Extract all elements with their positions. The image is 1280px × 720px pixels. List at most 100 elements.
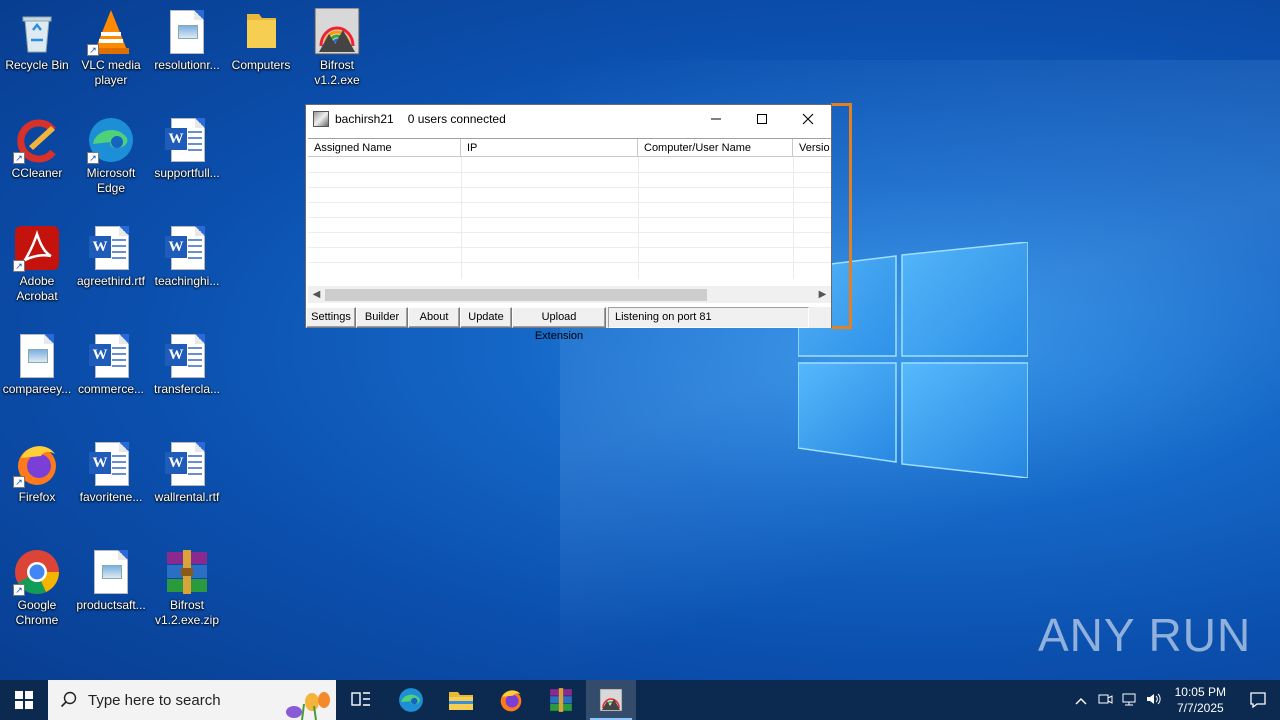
bifrost-exe-icon xyxy=(313,7,361,56)
shortcut-arrow-icon: ↗ xyxy=(13,584,25,596)
desktop-icon-label: Adobe Acrobat xyxy=(16,274,58,303)
start-button[interactable] xyxy=(0,680,48,720)
minimize-icon xyxy=(711,118,721,120)
desktop-icon-wallrental[interactable]: W wallrental.rtf xyxy=(150,440,224,505)
maximize-icon xyxy=(757,114,767,124)
scrollbar-thumb[interactable] xyxy=(325,289,707,301)
image-file-icon xyxy=(13,332,61,380)
update-button[interactable]: Update xyxy=(460,307,512,328)
image-file-icon xyxy=(163,8,211,56)
desktop-icon-compareey[interactable]: compareey... xyxy=(0,332,74,397)
desktop-icon-label: resolutionr... xyxy=(154,58,220,72)
meet-now-icon[interactable] xyxy=(1093,691,1117,710)
scroll-right-icon[interactable]: ▶ xyxy=(814,286,831,303)
column-header-computer-user-name[interactable]: Computer/User Name xyxy=(638,139,793,156)
about-button[interactable]: About xyxy=(408,307,460,328)
desktop-icon-ccleaner[interactable]: ↗ CCleaner xyxy=(0,116,74,181)
taskbar-edge[interactable] xyxy=(386,680,436,720)
shortcut-arrow-icon: ↗ xyxy=(13,476,25,488)
clock-time: 10:05 PM xyxy=(1174,685,1226,699)
firefox-icon xyxy=(500,690,522,712)
word-doc-icon: W xyxy=(163,116,211,164)
horizontal-scrollbar[interactable]: ◀ ▶ xyxy=(308,286,831,303)
word-doc-icon: W xyxy=(87,332,135,380)
minimize-button[interactable] xyxy=(693,105,739,133)
desktop-icon-label: Microsoft Edge xyxy=(86,166,136,195)
settings-button[interactable]: Settings xyxy=(306,307,356,328)
network-icon[interactable] xyxy=(1117,691,1141,710)
scroll-left-icon[interactable]: ◀ xyxy=(308,286,325,303)
task-view-button[interactable] xyxy=(336,680,386,720)
upload-extension-button[interactable]: Upload Extension xyxy=(512,307,606,342)
volume-icon[interactable] xyxy=(1141,691,1165,710)
listening-status: Listening on port 81 xyxy=(608,307,809,328)
builder-button[interactable]: Builder xyxy=(356,307,408,328)
desktop-icon-label: Google Chrome xyxy=(15,598,59,627)
window-title: bachirsh21 xyxy=(335,112,394,126)
desktop-icon-computers-folder[interactable]: Computers xyxy=(224,8,298,73)
desktop-icon-label: CCleaner xyxy=(11,166,63,180)
edge-icon: ↗ xyxy=(87,116,135,164)
shortcut-arrow-icon: ↗ xyxy=(87,44,99,56)
bifrost-icon xyxy=(599,688,623,712)
close-icon xyxy=(802,113,814,125)
column-header-ip[interactable]: IP xyxy=(461,139,638,156)
taskbar-search-box[interactable]: Type here to search xyxy=(48,680,336,720)
window-titlebar[interactable]: bachirsh21 0 users connected xyxy=(306,105,831,133)
column-header-assigned-name[interactable]: Assigned Name xyxy=(308,139,461,156)
taskbar-clock[interactable]: 10:05 PM 7/7/2025 xyxy=(1165,684,1236,716)
users-connected-status: 0 users connected xyxy=(407,112,506,126)
desktop-icon-transfercla[interactable]: W transfercla... xyxy=(150,332,224,397)
desktop-icon-recycle-bin[interactable]: Recycle Bin xyxy=(0,8,74,73)
desktop-icon-productsaft[interactable]: productsaft... xyxy=(74,548,148,613)
desktop-icon-label: productsaft... xyxy=(76,598,146,612)
taskbar: Type here to search 10:05 PM 7/7/2025 xyxy=(0,680,1280,720)
shortcut-arrow-icon: ↗ xyxy=(13,260,25,272)
desktop-icon-commerce[interactable]: W commerce... xyxy=(74,332,148,397)
taskbar-file-explorer[interactable] xyxy=(436,680,486,720)
word-doc-icon: W xyxy=(163,224,211,272)
desktop-icon-bifrost-zip[interactable]: Bifrost v1.2.exe.zip xyxy=(150,548,224,628)
shortcut-arrow-icon: ↗ xyxy=(13,152,25,164)
taskbar-bifrost[interactable] xyxy=(586,680,636,720)
desktop-icon-label: favoritene... xyxy=(79,490,143,504)
action-center-button[interactable] xyxy=(1236,680,1280,720)
desktop-icon-google-chrome[interactable]: ↗ Google Chrome xyxy=(0,548,74,628)
desktop-icon-label: VLC media player xyxy=(81,58,141,87)
maximize-button[interactable] xyxy=(739,105,785,133)
desktop-icon-label: Computers xyxy=(231,58,291,72)
word-doc-icon: W xyxy=(163,440,211,488)
taskbar-firefox[interactable] xyxy=(486,680,536,720)
column-header-version[interactable]: Versio xyxy=(793,139,831,156)
notification-icon xyxy=(1250,692,1266,709)
desktop-icon-label: commerce... xyxy=(77,382,144,396)
desktop-icon-agreethird[interactable]: W agreethird.rtf xyxy=(74,224,148,289)
desktop-icon-resolutionr[interactable]: resolutionr... xyxy=(150,8,224,73)
word-doc-icon: W xyxy=(163,332,211,380)
taskbar-winrar[interactable] xyxy=(536,680,586,720)
desktop-icon-adobe-acrobat[interactable]: ↗ Adobe Acrobat xyxy=(0,224,74,304)
show-hidden-icons-chevron-icon[interactable] xyxy=(1069,692,1093,708)
close-button[interactable] xyxy=(785,105,831,133)
desktop-icon-vlc[interactable]: ↗ VLC media player xyxy=(74,8,148,88)
search-placeholder: Type here to search xyxy=(88,691,221,709)
desktop-icon-firefox[interactable]: ↗ Firefox xyxy=(0,440,74,505)
list-header: Assigned Name IP Computer/User Name Vers… xyxy=(308,139,831,157)
bifrost-window[interactable]: bachirsh21 0 users connected Assigned Na… xyxy=(305,104,832,342)
desktop-icon-microsoft-edge[interactable]: ↗ Microsoft Edge xyxy=(74,116,148,196)
desktop-icon-teachinghi[interactable]: W teachinghi... xyxy=(150,224,224,289)
clock-date: 7/7/2025 xyxy=(1176,701,1224,715)
desktop-icon-favoritene[interactable]: W favoritene... xyxy=(74,440,148,505)
firefox-icon: ↗ xyxy=(13,440,61,488)
desktop-icon-bifrost-exe[interactable]: Bifrost v1.2.exe xyxy=(300,7,374,88)
connections-list[interactable]: Assigned Name IP Computer/User Name Vers… xyxy=(308,138,831,288)
anyrun-watermark: ANY RUN xyxy=(1038,609,1252,661)
desktop-icon-supportfull[interactable]: W supportfull... xyxy=(150,116,224,181)
search-highlight-flowers-icon xyxy=(286,692,330,720)
file-explorer-icon xyxy=(449,692,473,710)
desktop-icon-label: transfercla... xyxy=(153,382,221,396)
ccleaner-icon: ↗ xyxy=(13,116,61,164)
windows-start-icon xyxy=(15,691,33,709)
chrome-icon: ↗ xyxy=(13,548,61,596)
shortcut-arrow-icon: ↗ xyxy=(87,152,99,164)
